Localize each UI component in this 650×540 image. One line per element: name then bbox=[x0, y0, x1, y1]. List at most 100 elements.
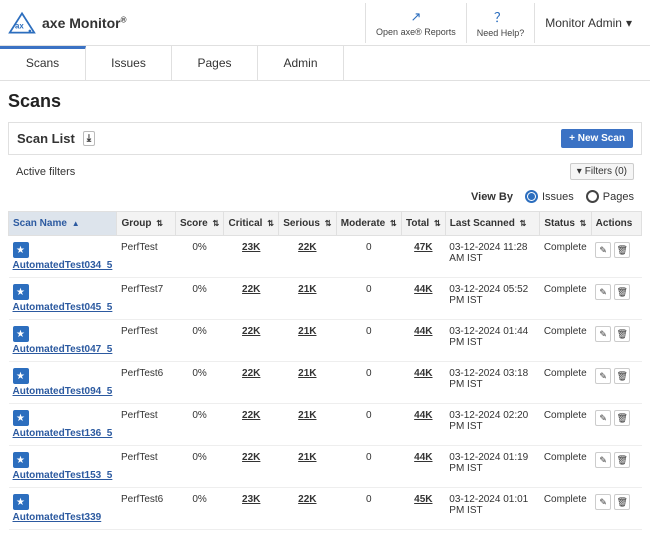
cell-total: 44K bbox=[401, 362, 445, 404]
top-header: ax axe Monitor® ↗ Open axe® Reports ？ Ne… bbox=[0, 0, 650, 46]
total-link[interactable]: 44K bbox=[414, 326, 432, 337]
scan-name-link[interactable]: AutomatedTest339 bbox=[13, 512, 113, 523]
delete-icon[interactable]: 🗑 bbox=[614, 326, 630, 342]
favorite-icon[interactable]: ★ bbox=[13, 368, 29, 384]
cell-scan-name: ★ AutomatedTest153_5 bbox=[9, 446, 117, 488]
delete-icon[interactable]: 🗑 bbox=[614, 494, 630, 510]
scan-name-link[interactable]: AutomatedTest047_5 bbox=[13, 344, 113, 355]
critical-link[interactable]: 22K bbox=[242, 284, 260, 295]
cell-last-scanned: 03-12-2024 01:01 PM IST bbox=[445, 488, 540, 530]
cell-total: 47K bbox=[401, 236, 445, 278]
critical-link[interactable]: 22K bbox=[242, 326, 260, 337]
col-status[interactable]: Status ⇅ bbox=[540, 212, 591, 236]
critical-link[interactable]: 23K bbox=[242, 242, 260, 253]
cell-serious: 21K bbox=[279, 278, 337, 320]
critical-link[interactable]: 23K bbox=[242, 494, 260, 505]
edit-icon[interactable]: ✎ bbox=[595, 410, 611, 426]
serious-link[interactable]: 22K bbox=[298, 242, 316, 253]
need-help-button[interactable]: ？ Need Help? bbox=[466, 3, 535, 43]
tab-issues[interactable]: Issues bbox=[86, 46, 172, 80]
cell-critical: 22K bbox=[224, 320, 279, 362]
tab-pages[interactable]: Pages bbox=[172, 46, 258, 80]
delete-icon[interactable]: 🗑 bbox=[614, 368, 630, 384]
total-link[interactable]: 44K bbox=[414, 410, 432, 421]
total-link[interactable]: 44K bbox=[414, 452, 432, 463]
total-link[interactable]: 44K bbox=[414, 368, 432, 379]
cell-serious: 21K bbox=[279, 446, 337, 488]
open-reports-button[interactable]: ↗ Open axe® Reports bbox=[365, 3, 466, 43]
delete-icon[interactable]: 🗑 bbox=[614, 452, 630, 468]
delete-icon[interactable]: 🗑 bbox=[614, 284, 630, 300]
cell-scan-name: ★ AutomatedTest045_5 bbox=[9, 278, 117, 320]
cell-critical: 23K bbox=[224, 236, 279, 278]
cell-critical: 22K bbox=[224, 404, 279, 446]
col-total[interactable]: Total ⇅ bbox=[401, 212, 445, 236]
radio-pages[interactable]: Pages bbox=[586, 190, 634, 203]
favorite-icon[interactable]: ★ bbox=[13, 452, 29, 468]
cell-score: 0% bbox=[175, 488, 224, 530]
total-link[interactable]: 45K bbox=[414, 494, 432, 505]
cell-score: 0% bbox=[175, 362, 224, 404]
filters-button[interactable]: ▾ Filters (0) bbox=[570, 163, 634, 180]
cell-actions: ✎🗑 bbox=[591, 236, 641, 278]
col-score[interactable]: Score ⇅ bbox=[175, 212, 224, 236]
serious-link[interactable]: 21K bbox=[298, 410, 316, 421]
delete-icon[interactable]: 🗑 bbox=[614, 410, 630, 426]
favorite-icon[interactable]: ★ bbox=[13, 326, 29, 342]
sort-icon: ⇅ bbox=[325, 219, 332, 228]
scan-name-link[interactable]: AutomatedTest045_5 bbox=[13, 302, 113, 313]
edit-icon[interactable]: ✎ bbox=[595, 494, 611, 510]
col-last-scanned[interactable]: Last Scanned ⇅ bbox=[445, 212, 540, 236]
scan-name-link[interactable]: AutomatedTest136_5 bbox=[13, 428, 113, 439]
cell-serious: 21K bbox=[279, 320, 337, 362]
cell-last-scanned: 03-12-2024 03:18 PM IST bbox=[445, 362, 540, 404]
admin-menu[interactable]: Monitor Admin ▾ bbox=[534, 3, 642, 43]
serious-link[interactable]: 21K bbox=[298, 326, 316, 337]
tab-scans[interactable]: Scans bbox=[0, 46, 86, 80]
favorite-icon[interactable]: ★ bbox=[13, 284, 29, 300]
serious-link[interactable]: 22K bbox=[298, 494, 316, 505]
serious-link[interactable]: 21K bbox=[298, 368, 316, 379]
download-icon[interactable]: ⤓ bbox=[83, 131, 95, 146]
view-by-label: View By bbox=[471, 191, 513, 203]
tab-admin[interactable]: Admin bbox=[258, 46, 344, 80]
edit-icon[interactable]: ✎ bbox=[595, 452, 611, 468]
critical-link[interactable]: 22K bbox=[242, 368, 260, 379]
table-row: ★ AutomatedTest339 PerfTest6 0% 23K 22K … bbox=[9, 488, 642, 530]
cell-score: 0% bbox=[175, 278, 224, 320]
serious-link[interactable]: 21K bbox=[298, 284, 316, 295]
total-link[interactable]: 47K bbox=[414, 242, 432, 253]
edit-icon[interactable]: ✎ bbox=[595, 242, 611, 258]
scan-name-link[interactable]: AutomatedTest094_5 bbox=[13, 386, 113, 397]
favorite-icon[interactable]: ★ bbox=[13, 242, 29, 258]
col-group[interactable]: Group ⇅ bbox=[117, 212, 175, 236]
edit-icon[interactable]: ✎ bbox=[595, 284, 611, 300]
cell-group: PerfTest bbox=[117, 236, 175, 278]
col-critical[interactable]: Critical ⇅ bbox=[224, 212, 279, 236]
total-link[interactable]: 44K bbox=[414, 284, 432, 295]
col-scan-name[interactable]: Scan Name ▲ bbox=[9, 212, 117, 236]
critical-link[interactable]: 22K bbox=[242, 452, 260, 463]
cell-group: PerfTest6 bbox=[117, 488, 175, 530]
serious-link[interactable]: 21K bbox=[298, 452, 316, 463]
critical-link[interactable]: 22K bbox=[242, 410, 260, 421]
scan-name-link[interactable]: AutomatedTest034_5 bbox=[13, 260, 113, 271]
page-title: Scans bbox=[8, 91, 642, 112]
favorite-icon[interactable]: ★ bbox=[13, 410, 29, 426]
new-scan-button[interactable]: + New Scan bbox=[561, 129, 633, 148]
cell-group: PerfTest bbox=[117, 320, 175, 362]
cell-serious: 21K bbox=[279, 404, 337, 446]
scans-table: Scan Name ▲ Group ⇅ Score ⇅ Critical ⇅ S… bbox=[8, 211, 642, 530]
cell-status: Complete bbox=[540, 278, 591, 320]
scan-name-link[interactable]: AutomatedTest153_5 bbox=[13, 470, 113, 481]
radio-issues[interactable]: Issues bbox=[525, 190, 574, 203]
cell-scan-name: ★ AutomatedTest034_5 bbox=[9, 236, 117, 278]
delete-icon[interactable]: 🗑 bbox=[614, 242, 630, 258]
favorite-icon[interactable]: ★ bbox=[13, 494, 29, 510]
cell-group: PerfTest bbox=[117, 404, 175, 446]
col-serious[interactable]: Serious ⇅ bbox=[279, 212, 337, 236]
edit-icon[interactable]: ✎ bbox=[595, 326, 611, 342]
edit-icon[interactable]: ✎ bbox=[595, 368, 611, 384]
cell-actions: ✎🗑 bbox=[591, 404, 641, 446]
col-moderate[interactable]: Moderate ⇅ bbox=[336, 212, 401, 236]
